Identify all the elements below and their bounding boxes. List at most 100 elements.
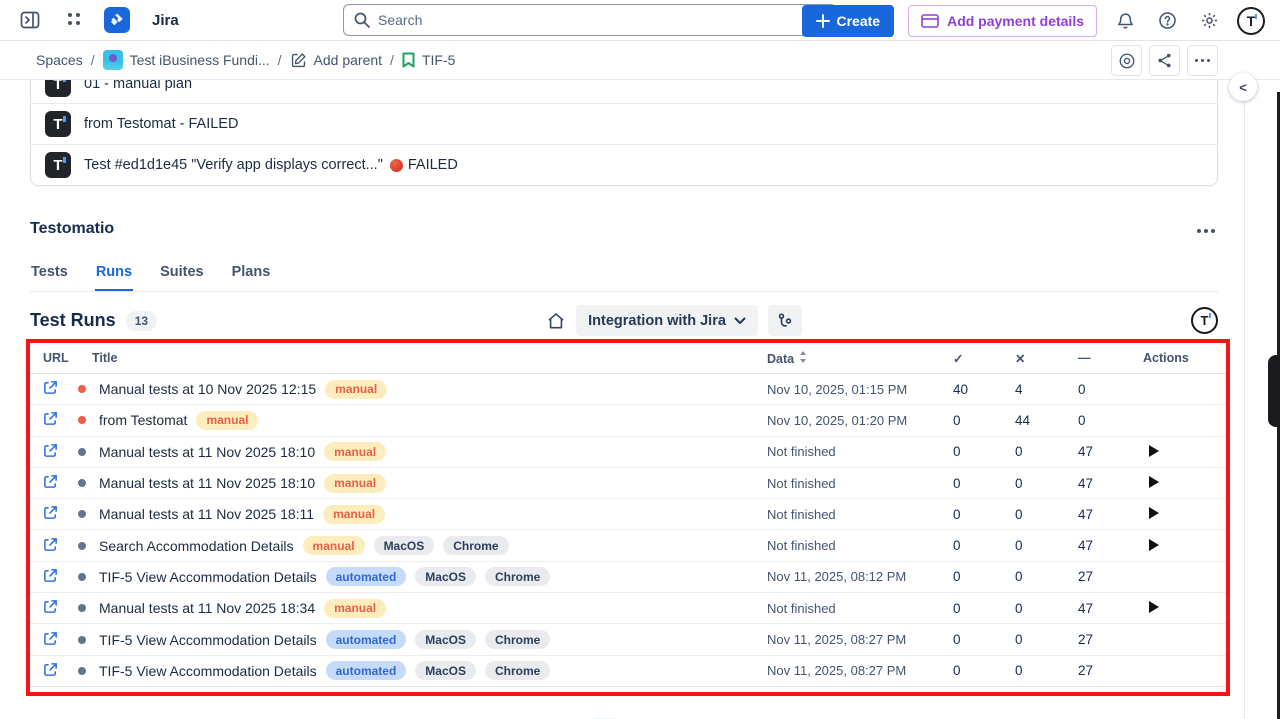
- issue-link-row[interactable]: T01 - manual plan: [31, 80, 1217, 103]
- external-link-icon[interactable]: [43, 568, 58, 583]
- create-button[interactable]: Create: [802, 5, 894, 37]
- manual-badge: manual: [324, 599, 386, 618]
- user-avatar[interactable]: T: [1237, 7, 1265, 35]
- issue-link-row[interactable]: Tfrom Testomat - FAILED: [31, 103, 1217, 144]
- search-input[interactable]: [343, 4, 837, 36]
- run-status-dot-icon: [78, 448, 86, 456]
- run-title[interactable]: Manual tests at 11 Nov 2025 18:10: [99, 475, 315, 491]
- external-link-icon[interactable]: [43, 474, 58, 489]
- run-row[interactable]: Manual tests at 11 Nov 2025 18:10manualN…: [30, 437, 1226, 468]
- breadcrumb-project[interactable]: Test iBusiness Fundi...: [103, 50, 270, 70]
- run-status-dot-icon: [78, 667, 86, 675]
- run-passed-count: 0: [937, 476, 999, 491]
- breadcrumb-separator: /: [390, 52, 394, 68]
- app-switcher-icon[interactable]: [60, 6, 88, 34]
- run-row[interactable]: Search Accommodation DetailsmanualMacOSC…: [30, 530, 1226, 561]
- run-title[interactable]: TIF-5 View Accommodation Details: [99, 632, 317, 648]
- run-title[interactable]: Search Accommodation Details: [99, 538, 294, 554]
- external-link-icon[interactable]: [43, 537, 58, 552]
- external-link-icon[interactable]: [43, 443, 58, 458]
- project-avatar: [103, 50, 123, 70]
- column-header-title: Title: [76, 351, 751, 365]
- column-header-data[interactable]: Data: [751, 351, 937, 366]
- play-run-button[interactable]: [1149, 539, 1159, 551]
- run-title[interactable]: from Testomat: [99, 412, 187, 428]
- run-row[interactable]: Manual tests at 11 Nov 2025 18:34 manual N…: [30, 593, 1226, 624]
- external-link-icon[interactable]: [43, 380, 58, 395]
- run-row[interactable]: Manual tests at 11 Nov 2025 18:11manualN…: [30, 499, 1226, 530]
- run-row[interactable]: from TestomatmanualNov 10, 2025, 01:20 P…: [30, 405, 1226, 436]
- run-failed-count: 44: [999, 413, 1062, 428]
- tab-plans[interactable]: Plans: [231, 260, 272, 291]
- branch-selector-button[interactable]: [768, 305, 802, 336]
- breadcrumb-issue[interactable]: TIF-5: [402, 52, 455, 68]
- run-row[interactable]: Manual tests at 11 Nov 2025 18:10manualN…: [30, 468, 1226, 499]
- more-actions-button[interactable]: [1187, 45, 1218, 76]
- run-passed-count: 0: [937, 601, 999, 616]
- run-status-dot-icon: [78, 479, 86, 487]
- jira-logo-icon[interactable]: [104, 7, 130, 33]
- issue-link-row[interactable]: TTest #ed1d1e45 "Verify app displays cor…: [31, 144, 1217, 185]
- run-failed-count: 0: [999, 601, 1062, 616]
- sidebar-toggle-icon[interactable]: [16, 6, 44, 34]
- issue-link-list: T01 - manual planTfrom Testomat - FAILED…: [30, 80, 1218, 186]
- manual-badge: manual: [324, 442, 386, 461]
- edge-handle[interactable]: [1268, 355, 1280, 427]
- run-status-dot-icon: [78, 573, 86, 581]
- issue-link-status: FAILED: [408, 157, 458, 173]
- bookmark-icon: [402, 52, 415, 68]
- add-payment-details-button[interactable]: Add payment details: [908, 5, 1097, 37]
- run-row[interactable]: Manual tests at 10 Nov 2025 12:15manualN…: [30, 374, 1226, 405]
- help-icon[interactable]: [1153, 7, 1181, 35]
- run-skipped-count: 47: [1062, 538, 1125, 553]
- collapse-panel-button[interactable]: <: [1229, 73, 1257, 101]
- run-skipped-count: 27: [1062, 663, 1125, 678]
- project-selector-dropdown[interactable]: Integration with Jira: [576, 305, 758, 336]
- sort-icon: [799, 351, 807, 366]
- run-row[interactable]: TIF-5 View Accommodation Details automate…: [30, 562, 1226, 593]
- play-run-button[interactable]: [1149, 476, 1159, 488]
- external-link-icon[interactable]: [43, 411, 58, 426]
- run-passed-count: 0: [937, 507, 999, 522]
- play-run-button[interactable]: [1149, 507, 1159, 519]
- external-link-icon[interactable]: [43, 631, 58, 646]
- add-parent-button[interactable]: Add parent: [290, 52, 383, 69]
- home-icon[interactable]: [546, 311, 566, 331]
- run-status-dot-icon: [78, 416, 86, 424]
- run-failed-count: 0: [999, 632, 1062, 647]
- breadcrumb-spaces[interactable]: Spaces: [36, 52, 83, 68]
- run-date: Not finished: [751, 507, 937, 522]
- tab-tests[interactable]: Tests: [30, 260, 69, 291]
- play-run-button[interactable]: [1149, 445, 1159, 457]
- run-title[interactable]: Manual tests at 11 Nov 2025 18:34: [99, 600, 315, 616]
- run-date: Not finished: [751, 601, 937, 616]
- automated-badge: automated: [326, 567, 407, 586]
- run-passed-count: 40: [937, 382, 999, 397]
- run-row[interactable]: TIF-5 View Accommodation Detailsautomate…: [30, 624, 1226, 655]
- testomatio-more-button[interactable]: [1194, 214, 1218, 244]
- play-run-button[interactable]: [1149, 601, 1159, 613]
- ellipsis-icon: [1201, 59, 1204, 62]
- tab-suites[interactable]: Suites: [159, 260, 205, 291]
- share-button[interactable]: [1149, 45, 1180, 76]
- external-link-icon[interactable]: [43, 505, 58, 520]
- testomat-logo-badge[interactable]: T: [1191, 307, 1218, 334]
- run-date: Nov 10, 2025, 01:20 PM: [751, 413, 937, 428]
- run-title[interactable]: Manual tests at 11 Nov 2025 18:11: [99, 506, 314, 522]
- run-title[interactable]: Manual tests at 11 Nov 2025 18:10: [99, 444, 315, 460]
- testomat-icon: T: [45, 152, 71, 178]
- run-title[interactable]: Manual tests at 10 Nov 2025 12:15: [99, 381, 316, 397]
- external-link-icon[interactable]: [43, 662, 58, 677]
- issue-link-title: from Testomat - FAILED: [84, 116, 238, 132]
- run-title[interactable]: TIF-5 View Accommodation Details: [99, 663, 317, 679]
- settings-gear-icon[interactable]: [1195, 7, 1223, 35]
- notifications-bell-icon[interactable]: [1111, 7, 1139, 35]
- search-icon: [353, 11, 371, 34]
- testomatio-heading: Testomatio: [30, 220, 114, 238]
- watch-eye-button[interactable]: [1111, 45, 1142, 76]
- chevron-down-icon: [734, 317, 746, 325]
- run-row[interactable]: TIF-5 View Accommodation Detailsautomate…: [30, 656, 1226, 687]
- tab-runs[interactable]: Runs: [95, 260, 133, 291]
- run-title[interactable]: TIF-5 View Accommodation Details: [99, 569, 317, 585]
- external-link-icon[interactable]: [43, 599, 58, 614]
